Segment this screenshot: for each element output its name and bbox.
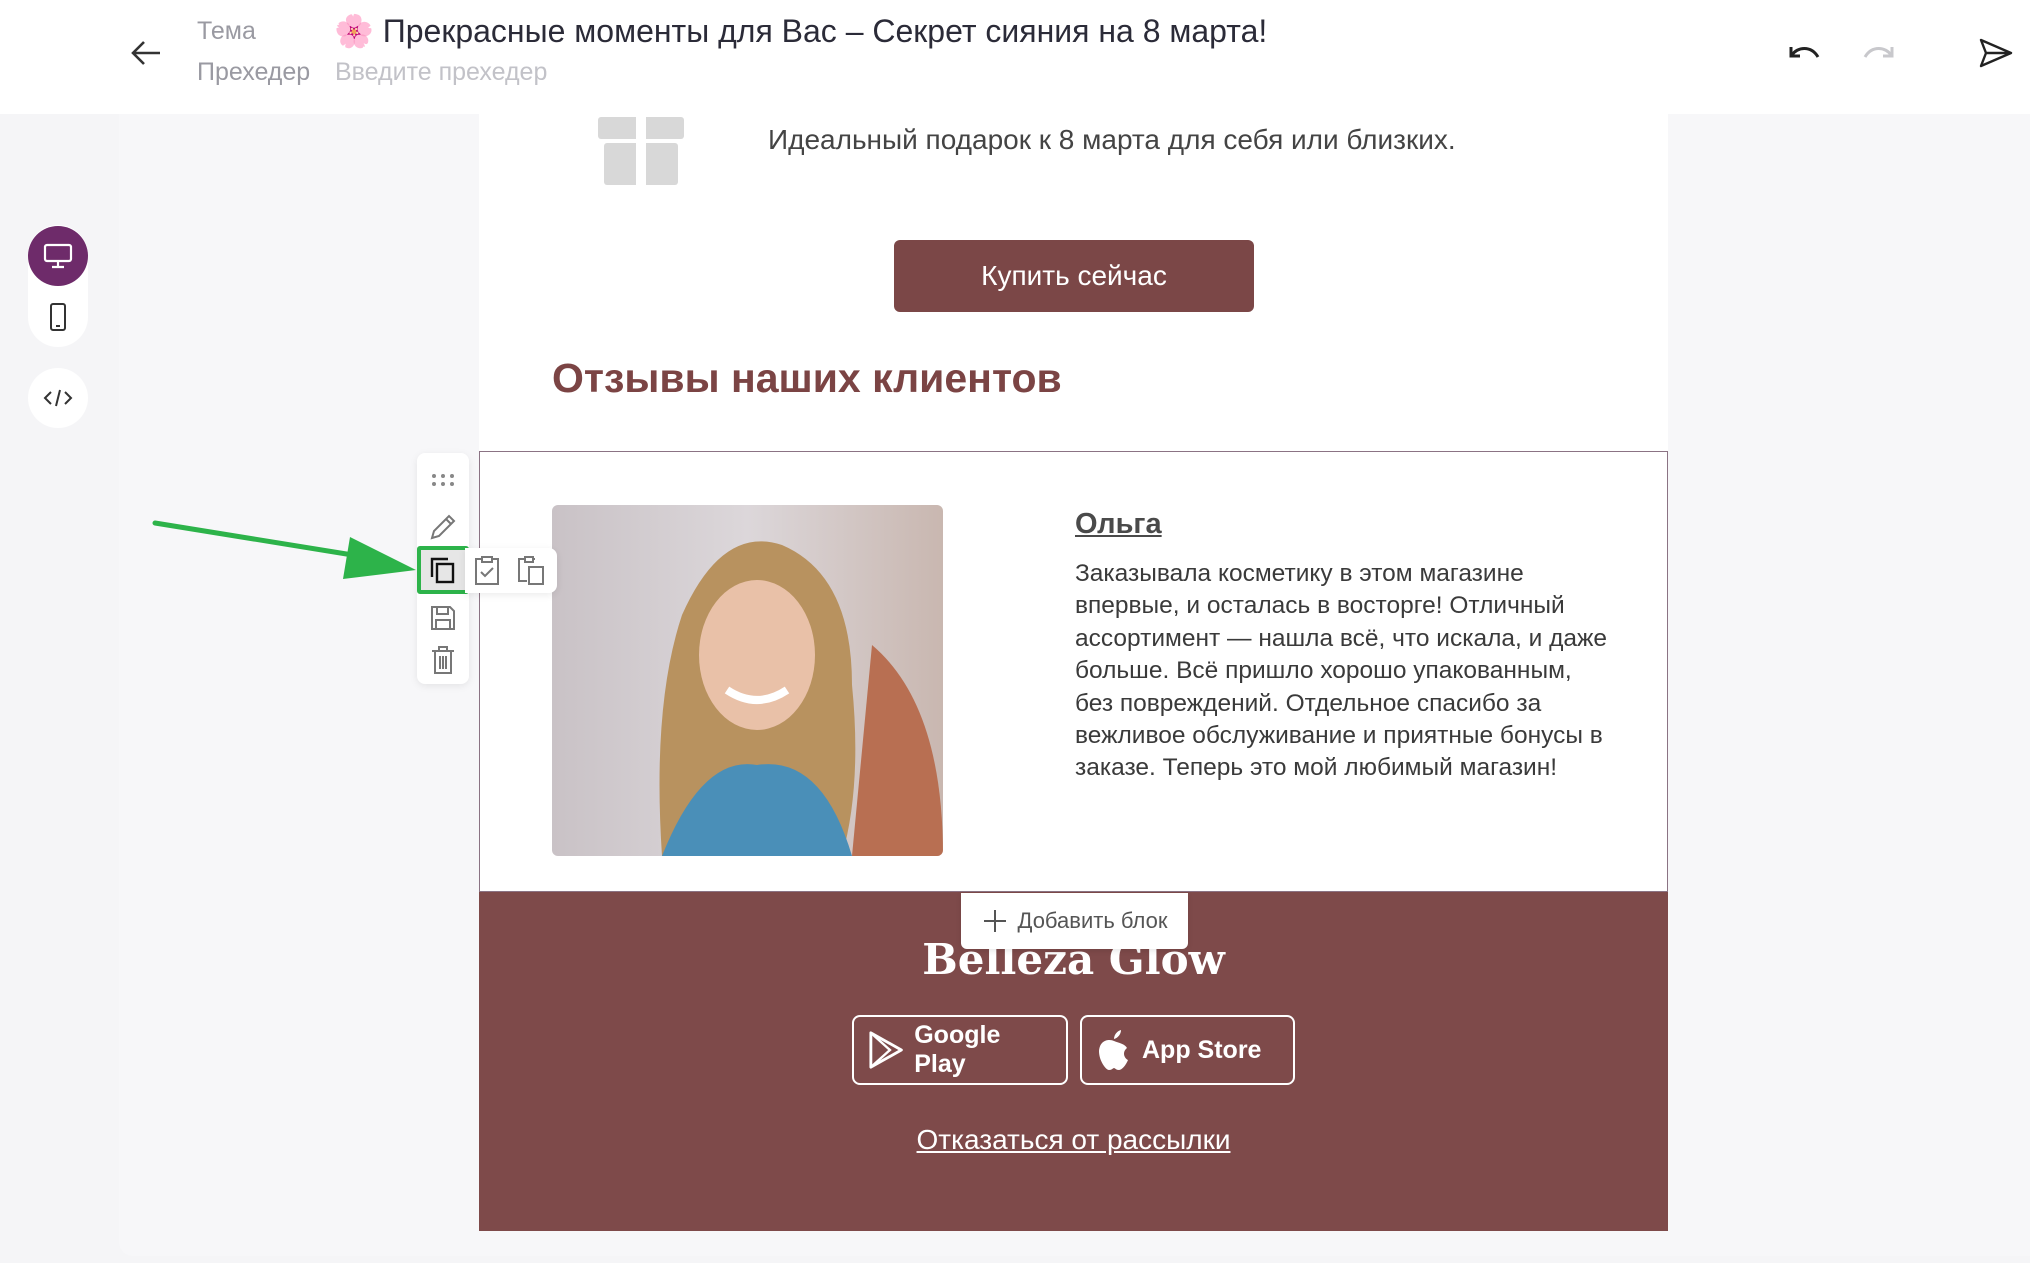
drag-icon bbox=[432, 474, 454, 486]
save-icon bbox=[431, 606, 455, 630]
drag-handle[interactable] bbox=[423, 460, 463, 500]
copy-button[interactable] bbox=[417, 546, 469, 594]
code-view-button[interactable] bbox=[28, 368, 88, 428]
review-text: Заказывала косметику в этом магазине впе… bbox=[1075, 560, 1608, 782]
google-play-button[interactable]: Google Play bbox=[852, 1015, 1068, 1085]
desktop-view-button[interactable] bbox=[28, 226, 88, 286]
edit-icon bbox=[430, 514, 456, 540]
undo-button[interactable] bbox=[1784, 33, 1824, 73]
woman-portrait-image bbox=[659, 541, 943, 856]
edit-button[interactable] bbox=[423, 507, 463, 547]
save-button[interactable] bbox=[423, 598, 463, 638]
redo-icon bbox=[1863, 47, 1894, 58]
device-switcher bbox=[28, 225, 88, 347]
customer-photo bbox=[552, 505, 943, 856]
send-icon bbox=[1979, 38, 2013, 68]
delete-icon bbox=[432, 646, 454, 674]
app-store-button[interactable]: App Store bbox=[1080, 1015, 1295, 1085]
add-block-label: Добавить блок bbox=[1017, 908, 1168, 933]
subject-input[interactable]: 🌸 Прекрасные моменты для Вас – Секрет си… bbox=[334, 12, 1267, 50]
redo-button[interactable] bbox=[1859, 33, 1899, 73]
send-button[interactable] bbox=[1974, 31, 2018, 75]
paste-button[interactable] bbox=[511, 550, 551, 590]
subject-label: Тема bbox=[197, 17, 256, 45]
arrow-left-icon bbox=[131, 41, 160, 65]
plus-icon bbox=[983, 910, 1006, 932]
subject-value: Прекрасные моменты для Вас – Секрет сиян… bbox=[382, 13, 1268, 49]
google-play-label: Google Play bbox=[914, 1021, 1001, 1078]
buy-now-button[interactable]: Купить сейчас bbox=[894, 240, 1254, 312]
undo-icon bbox=[1789, 47, 1820, 58]
copy-icon bbox=[430, 557, 455, 584]
editor-header: Тема 🌸 Прекрасные моменты для Вас – Секр… bbox=[0, 0, 2030, 114]
paste-icon bbox=[518, 556, 544, 585]
reviewer-name[interactable]: Ольга bbox=[1075, 508, 1162, 541]
code-icon bbox=[43, 389, 73, 407]
desktop-icon bbox=[43, 243, 73, 269]
copy-style-button[interactable] bbox=[467, 550, 507, 590]
gift-icon bbox=[598, 117, 684, 185]
copy-style-icon bbox=[475, 556, 499, 585]
block-toolbar bbox=[417, 453, 469, 684]
back-button[interactable] bbox=[126, 33, 166, 73]
app-store-label: App Store bbox=[1142, 1035, 1262, 1064]
copy-submenu bbox=[465, 548, 557, 593]
annotation-arrow bbox=[152, 520, 416, 579]
preheader-input[interactable]: Введите прехедер bbox=[335, 58, 547, 87]
delete-button[interactable] bbox=[423, 640, 463, 680]
reviews-heading: Отзывы наших клиентов bbox=[552, 355, 1062, 401]
apple-icon bbox=[1099, 1030, 1128, 1070]
preheader-label: Прехедер bbox=[197, 58, 311, 86]
unsubscribe-link[interactable]: Отказаться от рассылки bbox=[479, 1124, 1668, 1156]
mobile-icon bbox=[50, 303, 66, 331]
add-block-button[interactable]: Добавить блок bbox=[961, 893, 1188, 949]
google-play-icon bbox=[869, 1031, 903, 1069]
mobile-view-button[interactable] bbox=[28, 287, 88, 347]
gift-text: Идеальный подарок к 8 марта для себя или… bbox=[768, 124, 1456, 155]
flower-emoji: 🌸 bbox=[334, 13, 374, 49]
